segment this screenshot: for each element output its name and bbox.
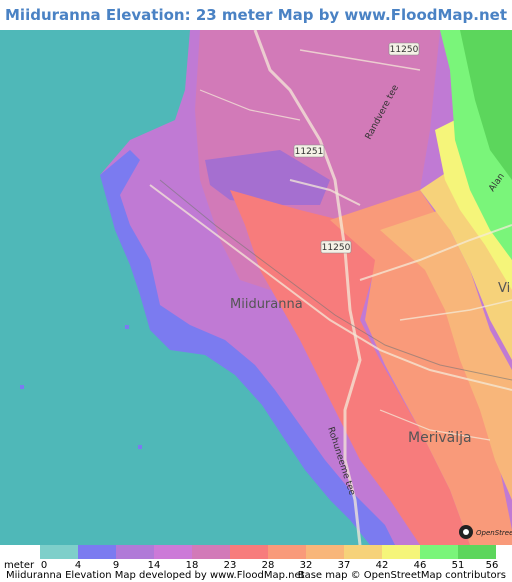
legend-swatch — [154, 545, 192, 559]
legend-swatch — [116, 545, 154, 559]
islet — [125, 325, 129, 329]
legend-swatch — [420, 545, 458, 559]
footer-attribution[interactable]: Base map © OpenStreetMap contributors — [298, 570, 506, 581]
map-canvas[interactable]: 11250 11251 11250 Randvere tee Rohuneeme… — [0, 30, 512, 545]
legend-swatch — [268, 545, 306, 559]
place-label-merivalja: Merivälja — [408, 430, 472, 446]
elevation-map[interactable]: 11250 11251 11250 Randvere tee Rohuneeme… — [0, 30, 512, 545]
road-shield-11250-top: 11250 — [388, 42, 420, 56]
svg-text:11250: 11250 — [322, 243, 351, 253]
legend-swatch — [306, 545, 344, 559]
islet — [20, 385, 24, 389]
place-label-miiduranna: Miiduranna — [230, 297, 303, 312]
legend-swatch — [458, 545, 496, 559]
elevation-legend — [0, 545, 512, 559]
svg-text:11250: 11250 — [390, 45, 419, 55]
svg-text:11251: 11251 — [295, 147, 324, 157]
legend-swatch — [230, 545, 268, 559]
road-shield-11250-mid: 11250 — [320, 240, 352, 254]
svg-text:OpenStreetMap: OpenStreetMap — [476, 529, 512, 537]
page-title: Miiduranna Elevation: 23 meter Map by ww… — [5, 6, 507, 54]
road-shield-11251: 11251 — [293, 144, 325, 158]
footer-credit: Miiduranna Elevation Map developed by ww… — [6, 570, 305, 581]
islet — [138, 445, 142, 449]
legend-swatch — [78, 545, 116, 559]
legend-swatch — [40, 545, 78, 559]
legend-swatch — [344, 545, 382, 559]
legend-swatch — [192, 545, 230, 559]
legend-swatch — [382, 545, 420, 559]
place-label-vi: Vi — [498, 281, 510, 296]
